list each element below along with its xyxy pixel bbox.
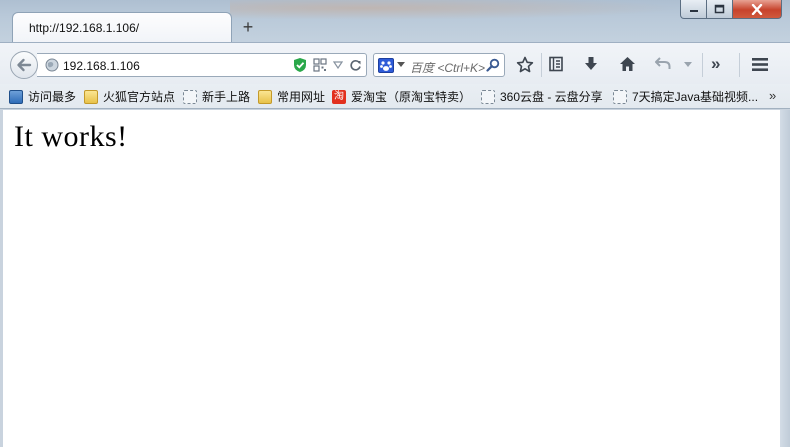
download-icon[interactable] (583, 56, 599, 72)
overflow-chevron-icon[interactable]: » (711, 54, 720, 74)
bookmark-common-sites[interactable]: 常用网址 (258, 88, 325, 105)
url-bar[interactable]: 192.168.1.106 (37, 53, 367, 77)
folder-icon (258, 89, 272, 104)
page-heading: It works! (14, 120, 128, 153)
minimize-button[interactable] (680, 0, 707, 19)
toolbar-separator (541, 53, 542, 77)
taobao-icon: 淘 (332, 89, 346, 104)
shield-icon[interactable] (293, 57, 307, 73)
bookmark-label: 常用网址 (277, 90, 326, 104)
bookmark-label: 火狐官方站点 (103, 90, 176, 104)
close-icon (751, 3, 763, 15)
close-button[interactable] (733, 0, 782, 19)
bookmark-firefox-official[interactable]: 火狐官方站点 (84, 88, 175, 105)
bookmarks-overflow-chevron-icon[interactable]: » (769, 88, 776, 103)
dropdown-arrow-icon[interactable] (333, 61, 343, 69)
search-engine-dropdown-icon[interactable] (397, 62, 405, 68)
page-icon (481, 89, 495, 104)
bookmark-star-icon[interactable] (516, 56, 534, 73)
bookmarks-toolbar: 访问最多 火狐官方站点 新手上路 常用网址 淘 爱淘宝（原淘宝特卖） 360云盘… (0, 84, 790, 109)
search-bar[interactable]: 百度 <Ctrl+K> (373, 53, 505, 77)
page-icon (183, 89, 197, 104)
bookmark-most-visited[interactable]: 访问最多 (9, 88, 76, 105)
bookmark-label: 新手上路 (202, 90, 251, 104)
tab-title: http://192.168.1.106/ (29, 21, 140, 35)
globe-icon (45, 58, 59, 72)
home-icon[interactable] (619, 56, 636, 72)
search-input[interactable]: 百度 <Ctrl+K> (410, 59, 486, 76)
back-arrow-icon (17, 58, 32, 72)
search-icon[interactable] (486, 58, 500, 72)
bookmark-java-video[interactable]: 7天搞定Java基础视频... (613, 88, 758, 105)
reload-icon[interactable] (349, 59, 362, 72)
undo-icon[interactable] (655, 56, 671, 71)
maximize-button[interactable] (707, 0, 733, 19)
baidu-paw-icon[interactable] (378, 58, 394, 73)
nav-bar: 192.168.1.106 百度 <Ctrl+K> » (0, 42, 790, 84)
hamburger-menu-icon[interactable] (751, 57, 769, 72)
minimize-icon (689, 10, 698, 12)
bookmark-getting-started[interactable]: 新手上路 (183, 88, 250, 105)
tab-active[interactable]: http://192.168.1.106/ (12, 12, 232, 43)
tab-strip: http://192.168.1.106/ + (0, 0, 790, 43)
bookmarks-menu-icon[interactable] (548, 56, 564, 72)
new-tab-button[interactable]: + (240, 18, 256, 36)
bookmark-label: 访问最多 (28, 90, 77, 104)
window-controls (680, 0, 782, 19)
folder-icon (84, 89, 98, 104)
page-icon (613, 89, 627, 104)
bookmark-label: 360云盘 - 云盘分享 (500, 90, 603, 104)
bookmark-label: 7天搞定Java基础视频... (632, 90, 759, 104)
bookmark-ai-taobao[interactable]: 淘 爱淘宝（原淘宝特卖） (332, 88, 471, 105)
url-text: 192.168.1.106 (63, 59, 140, 73)
restore-icon (714, 4, 725, 14)
bookmark-360-cloud[interactable]: 360云盘 - 云盘分享 (481, 88, 603, 105)
back-button[interactable] (10, 51, 38, 79)
page-content: It works! (3, 110, 780, 447)
qr-code-icon[interactable] (313, 58, 327, 72)
bookmark-label: 爱淘宝（原淘宝特卖） (351, 90, 472, 104)
undo-dropdown-icon[interactable] (684, 62, 692, 68)
toolbar-separator (702, 53, 703, 77)
most-visited-icon (9, 89, 23, 104)
window-frame-edge (780, 110, 790, 447)
toolbar-separator (739, 53, 740, 77)
url-bar-icons (293, 57, 362, 73)
